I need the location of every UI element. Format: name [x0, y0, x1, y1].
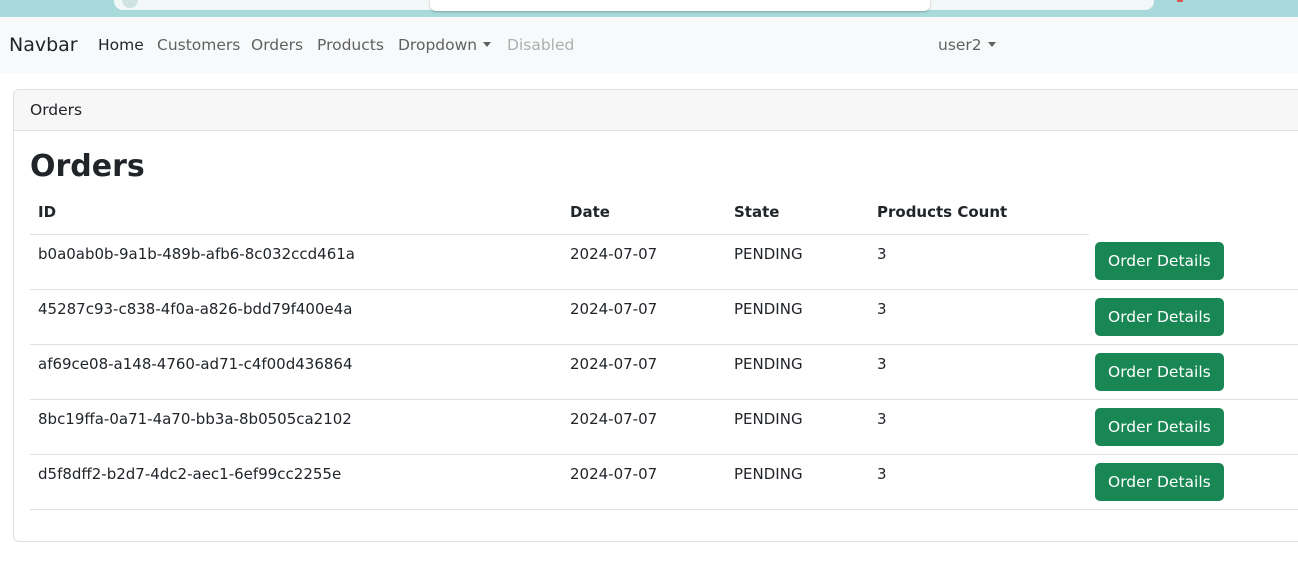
chevron-down-icon: [987, 42, 996, 47]
order-date-cell: 2024-07-07: [562, 399, 726, 455]
order-state-cell: PENDING: [726, 234, 869, 290]
order-action-cell: Order Details: [1089, 454, 1298, 510]
order-date-cell: 2024-07-07: [562, 454, 726, 510]
table-row: af69ce08-a148-4760-ad71-c4f00d436864 202…: [30, 344, 1298, 400]
site-info-icon[interactable]: [122, 0, 138, 8]
chevron-down-icon: [483, 42, 492, 47]
order-id-cell: af69ce08-a148-4760-ad71-c4f00d436864: [30, 344, 562, 400]
card-header: Orders: [14, 90, 1298, 131]
nav-link-customers[interactable]: Customers: [157, 17, 240, 73]
order-state-cell: PENDING: [726, 289, 869, 345]
order-count-cell: 3: [869, 234, 1089, 290]
order-date-cell: 2024-07-07: [562, 234, 726, 290]
order-action-cell: Order Details: [1089, 234, 1298, 290]
order-action-cell: Order Details: [1089, 399, 1298, 455]
browser-chrome: [0, 0, 1298, 17]
table-row: 45287c93-c838-4f0a-a826-bdd79f400e4a 202…: [30, 289, 1298, 345]
order-count-cell: 3: [869, 344, 1089, 400]
nav-link-products[interactable]: Products: [317, 17, 384, 73]
order-count-cell: 3: [869, 454, 1089, 510]
column-header-date: Date: [562, 191, 726, 235]
order-details-button[interactable]: Order Details: [1095, 462, 1224, 501]
page-title: Orders: [30, 149, 145, 184]
order-details-button[interactable]: Order Details: [1095, 352, 1224, 391]
order-state-cell: PENDING: [726, 344, 869, 400]
column-header-actions: [1089, 191, 1298, 234]
navbar: Navbar Home Customers Orders Products Dr…: [0, 17, 1298, 73]
order-details-button[interactable]: Order Details: [1095, 297, 1224, 336]
order-count-cell: 3: [869, 289, 1089, 345]
order-action-cell: Order Details: [1089, 344, 1298, 400]
order-action-cell: Order Details: [1089, 289, 1298, 345]
nav-link-orders[interactable]: Orders: [251, 17, 303, 73]
order-id-cell: b0a0ab0b-9a1b-489b-afb6-8c032ccd461a: [30, 234, 562, 290]
navbar-brand[interactable]: Navbar: [9, 17, 78, 73]
order-state-cell: PENDING: [726, 399, 869, 455]
order-date-cell: 2024-07-07: [562, 344, 726, 400]
table-header-row: ID Date State Products Count: [30, 191, 1298, 235]
nav-link-disabled: Disabled: [507, 36, 575, 54]
extension-icon[interactable]: [1177, 0, 1183, 2]
column-header-state: State: [726, 191, 869, 235]
order-date-cell: 2024-07-07: [562, 289, 726, 345]
user-menu[interactable]: user2: [938, 17, 996, 73]
column-header-products-count: Products Count: [869, 191, 1089, 235]
column-header-id: ID: [30, 191, 562, 235]
order-state-cell: PENDING: [726, 454, 869, 510]
table-row: b0a0ab0b-9a1b-489b-afb6-8c032ccd461a 202…: [30, 234, 1298, 290]
order-id-cell: 45287c93-c838-4f0a-a826-bdd79f400e4a: [30, 289, 562, 345]
browser-popup: [430, 0, 930, 11]
nav-link-home[interactable]: Home: [98, 17, 144, 73]
orders-table: ID Date State Products Count b0a0ab0b-9a…: [30, 191, 1298, 510]
nav-dropdown[interactable]: Dropdown: [398, 17, 492, 73]
order-details-button[interactable]: Order Details: [1095, 242, 1224, 280]
user-menu-label: user2: [938, 36, 982, 54]
order-id-cell: 8bc19ffa-0a71-4a70-bb3a-8b0505ca2102: [30, 399, 562, 455]
order-count-cell: 3: [869, 399, 1089, 455]
table-row: 8bc19ffa-0a71-4a70-bb3a-8b0505ca2102 202…: [30, 399, 1298, 455]
orders-card: Orders Orders ID Date State Products Cou…: [13, 89, 1298, 542]
order-details-button[interactable]: Order Details: [1095, 407, 1224, 446]
table-row: d5f8dff2-b2d7-4dc2-aec1-6ef99cc2255e 202…: [30, 454, 1298, 510]
order-id-cell: d5f8dff2-b2d7-4dc2-aec1-6ef99cc2255e: [30, 454, 562, 510]
nav-dropdown-label: Dropdown: [398, 36, 478, 54]
